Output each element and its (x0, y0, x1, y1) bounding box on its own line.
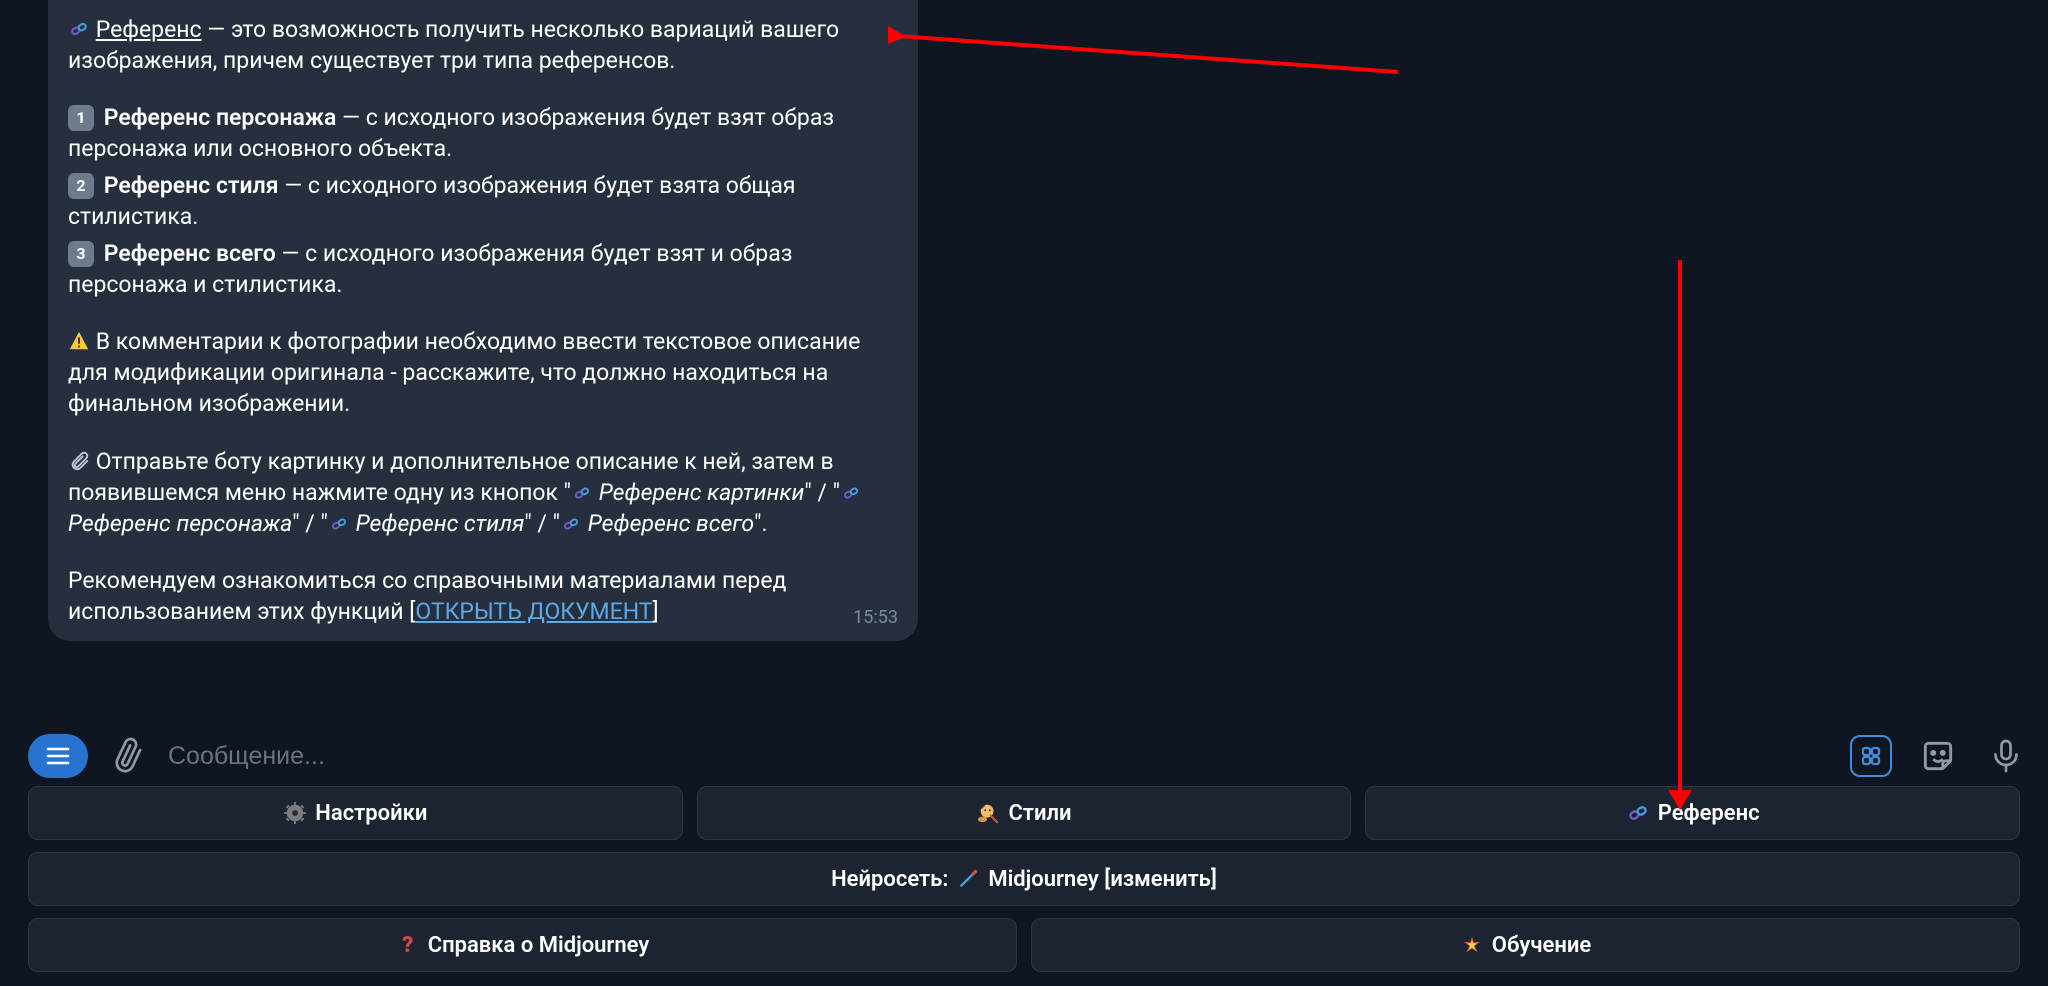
kb-settings-button[interactable]: Настройки (28, 786, 683, 840)
bot-commands-button[interactable] (1850, 735, 1892, 777)
message-input-row (0, 724, 2048, 788)
badge-3: 3 (68, 241, 94, 267)
message-timestamp: 15:53 (853, 606, 898, 630)
bot-menu-button[interactable] (28, 734, 88, 778)
instr-sep: " / " (292, 510, 328, 537)
instr-opt2: Референс персонажа (68, 510, 292, 537)
warn-text: В комментарии к фотографии необходимо вв… (68, 328, 860, 417)
item2-title: Референс стиля (104, 172, 279, 199)
kb-network-button[interactable]: Нейросеть: Midjourney [изменить] (28, 852, 2020, 906)
kb-network-label: Нейросеть: (831, 867, 948, 892)
chain-icon (571, 482, 593, 504)
chain-icon (840, 482, 862, 504)
paperclip-icon (68, 450, 90, 472)
kb-network-value: Midjourney [изменить] (988, 867, 1217, 892)
bot-keyboard: Настройки Стили Референс Нейросеть: Midj… (28, 786, 2020, 972)
kb-help-label: Справка о Midjourney (428, 933, 650, 958)
attach-button[interactable] (102, 730, 153, 781)
instr-opt1: Референс картинки (599, 479, 805, 506)
kb-help-button[interactable]: ? Справка о Midjourney (28, 918, 1017, 972)
warning-icon (68, 330, 90, 352)
gear-icon (283, 801, 307, 825)
instr-opt4: Референс всего (588, 510, 754, 537)
chain-icon (560, 513, 582, 535)
badge-2: 2 (68, 173, 94, 199)
instr-post: ". (754, 510, 767, 537)
kb-styles-button[interactable]: Стили (697, 786, 1352, 840)
item3-title: Референс всего (104, 240, 276, 267)
chain-icon (68, 18, 90, 40)
kb-settings-label: Настройки (315, 801, 427, 826)
open-document-link[interactable]: ОТКРЫТЬ ДОКУМЕНТ (415, 598, 652, 625)
chain-icon (1626, 801, 1650, 825)
bot-message-bubble: Референс — это возможность получить неск… (48, 0, 918, 641)
instr-sep: " / " (804, 479, 840, 506)
kb-learn-button[interactable]: Обучение (1031, 918, 2020, 972)
instr-opt3: Референс стиля (356, 510, 525, 537)
badge-1: 1 (68, 105, 94, 131)
chain-icon (328, 513, 350, 535)
kb-reference-label: Референс (1658, 801, 1760, 826)
brush-icon (956, 867, 980, 891)
recommend-close: ] (653, 598, 659, 625)
item1-title: Референс персонажа (104, 104, 337, 131)
kb-styles-label: Стили (1008, 801, 1071, 826)
message-intro-head: Референс (96, 16, 202, 43)
message-input[interactable] (168, 734, 1830, 779)
sticker-button[interactable] (1916, 734, 1960, 778)
voice-record-button[interactable] (1984, 734, 2028, 778)
kb-reference-button[interactable]: Референс (1365, 786, 2020, 840)
question-icon: ? (396, 933, 420, 957)
artist-icon (976, 801, 1000, 825)
kb-learn-label: Обучение (1492, 933, 1591, 958)
collision-icon (1460, 933, 1484, 957)
instr-sep: " / " (524, 510, 560, 537)
chat-area: Референс — это возможность получить неск… (0, 0, 2048, 726)
